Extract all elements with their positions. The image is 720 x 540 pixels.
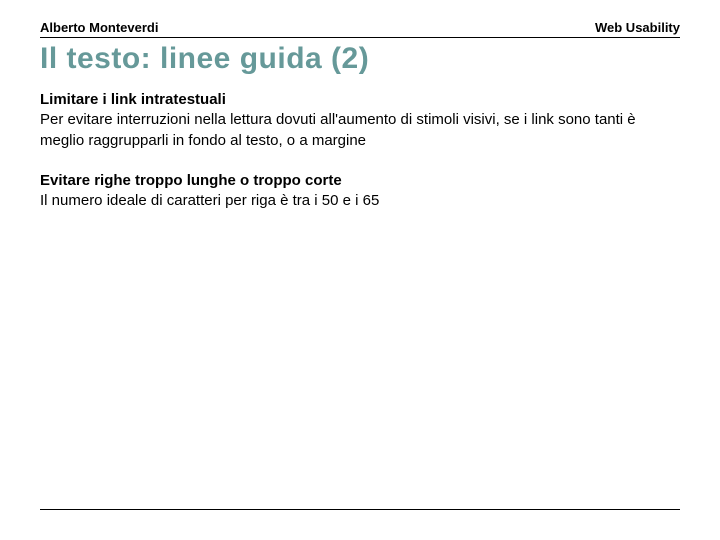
footer-divider bbox=[40, 509, 680, 510]
author-name: Alberto Monteverdi bbox=[40, 20, 158, 35]
section-body: Il numero ideale di caratteri per riga è… bbox=[40, 191, 680, 211]
section-heading: Limitare i link intratestuali bbox=[40, 90, 680, 110]
slide-header: Alberto Monteverdi Web Usability bbox=[40, 20, 680, 38]
slide-title: Il testo: linee guida (2) bbox=[40, 42, 680, 76]
section-body: Per evitare interruzioni nella lettura d… bbox=[40, 110, 680, 151]
topic-label: Web Usability bbox=[595, 20, 680, 35]
section-block: Evitare righe troppo lunghe o troppo cor… bbox=[40, 171, 680, 212]
section-heading: Evitare righe troppo lunghe o troppo cor… bbox=[40, 171, 680, 191]
section-block: Limitare i link intratestuali Per evitar… bbox=[40, 90, 680, 151]
